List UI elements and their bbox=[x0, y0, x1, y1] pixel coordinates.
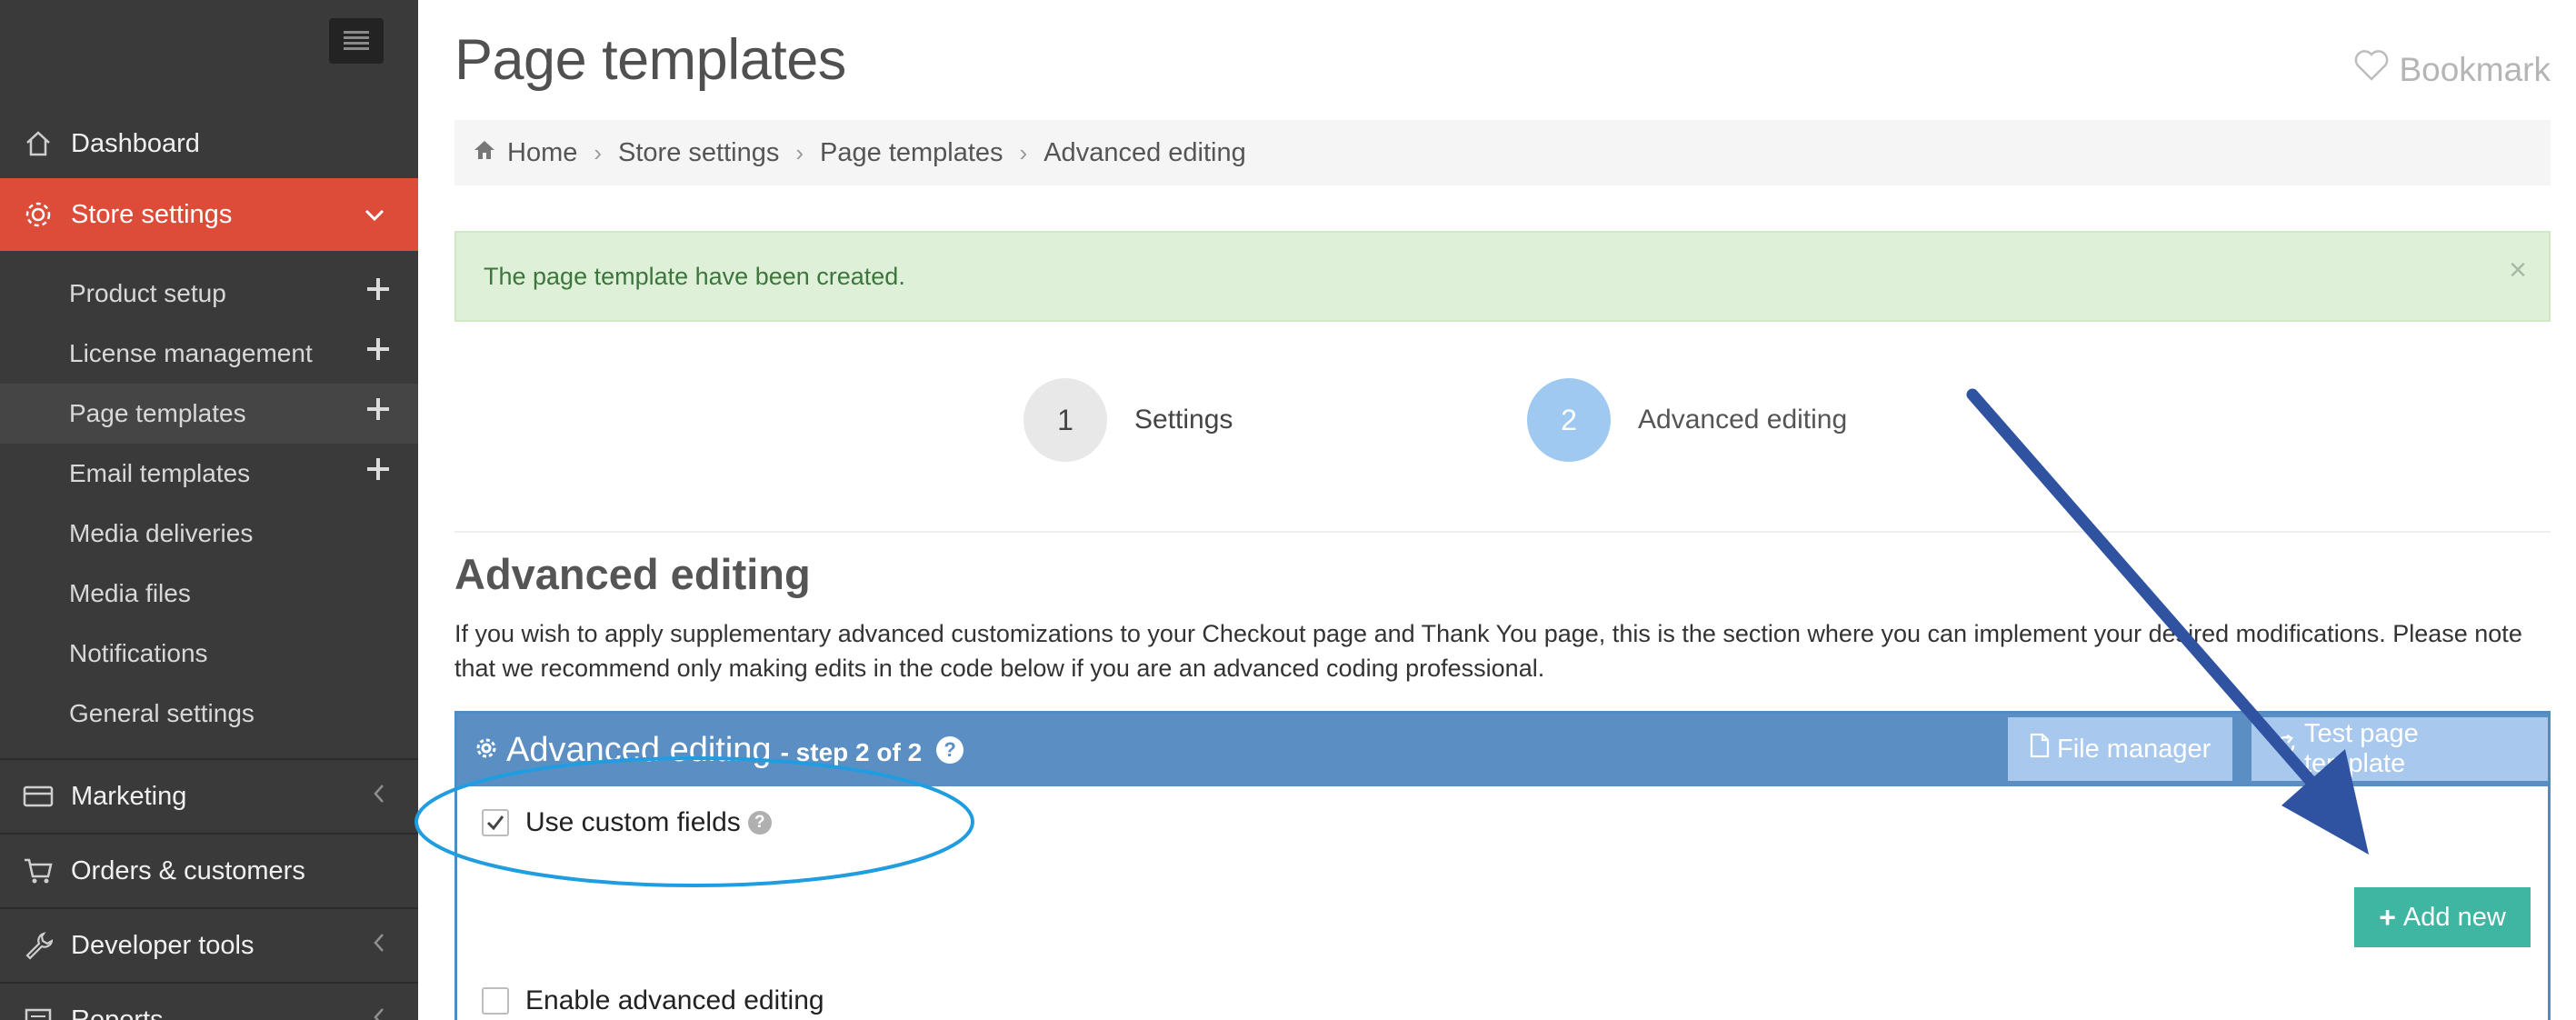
enable-advanced-editing-label: Enable advanced editing bbox=[525, 985, 824, 1015]
home-icon bbox=[20, 125, 56, 162]
sidebar-item-label: Orders & customers bbox=[71, 855, 305, 885]
cart-icon bbox=[20, 853, 56, 889]
sidebar-subitem-page-templates[interactable]: Page templates bbox=[0, 384, 418, 444]
sidebar-item-dashboard[interactable]: Dashboard bbox=[0, 107, 418, 180]
sidebar-subitem-label: Email templates bbox=[69, 459, 251, 487]
sidebar-subitem-general-settings[interactable]: General settings bbox=[0, 684, 418, 744]
sidebar-item-label: Developer tools bbox=[71, 930, 255, 960]
sidebar-item-developer-tools[interactable]: Developer tools bbox=[0, 909, 418, 982]
use-custom-fields-label: Use custom fields bbox=[525, 807, 741, 837]
chevron-right-icon: › bbox=[594, 138, 603, 166]
chevron-down-icon bbox=[364, 201, 385, 229]
sidebar-item-reports[interactable]: Reports bbox=[0, 984, 418, 1020]
test-page-template-label: Test page template bbox=[2304, 719, 2419, 778]
gear-icon bbox=[20, 196, 56, 233]
chevron-left-icon bbox=[373, 932, 385, 960]
chevron-left-icon bbox=[373, 783, 385, 811]
enable-advanced-editing-checkbox[interactable] bbox=[482, 987, 509, 1015]
sidebar-subitem-email-templates[interactable]: Email templates bbox=[0, 444, 418, 504]
plus-icon[interactable] bbox=[367, 398, 389, 420]
sidebar-subitem-label: Media files bbox=[69, 579, 191, 607]
card-icon bbox=[20, 778, 56, 815]
checkmark-icon bbox=[486, 815, 504, 831]
sidebar-item-store-settings[interactable]: Store settings bbox=[0, 178, 418, 251]
sidebar-subitem-media-files[interactable]: Media files bbox=[0, 564, 418, 624]
use-custom-fields-checkbox[interactable] bbox=[482, 809, 509, 836]
sidebar-subitem-label: License management bbox=[69, 339, 313, 367]
add-new-button[interactable]: + Add new bbox=[2354, 887, 2531, 947]
wrench-icon bbox=[20, 927, 56, 964]
alert-message: The page template have been created. bbox=[484, 262, 905, 290]
divider bbox=[454, 531, 2551, 533]
file-manager-button[interactable]: File manager bbox=[2008, 717, 2233, 781]
page-title: Page templates bbox=[454, 28, 846, 92]
sidebar-item-marketing[interactable]: Marketing bbox=[0, 760, 418, 833]
sidebar-item-orders-customers[interactable]: Orders & customers bbox=[0, 835, 418, 907]
sidebar-item-label: Marketing bbox=[71, 781, 187, 811]
step-label: Settings bbox=[1134, 405, 1233, 435]
heart-icon bbox=[2353, 49, 2399, 90]
sidebar-subitem-media-deliveries[interactable]: Media deliveries bbox=[0, 504, 418, 564]
breadcrumb: Home › Store settings › Page templates ›… bbox=[454, 120, 2551, 185]
bookmark-label: Bookmark bbox=[2399, 50, 2551, 88]
step-number: 1 bbox=[1023, 378, 1107, 462]
sidebar-subitem-notifications[interactable]: Notifications bbox=[0, 624, 418, 684]
sidebar: Dashboard Store settings Product setup L… bbox=[0, 0, 418, 1020]
home-icon bbox=[473, 138, 496, 168]
help-icon[interactable]: ? bbox=[936, 736, 964, 764]
file-manager-label: File manager bbox=[2057, 734, 2212, 764]
add-new-label: Add new bbox=[2402, 902, 2506, 932]
step-advanced-editing[interactable]: 2 Advanced editing bbox=[1527, 378, 1847, 462]
panel-subtitle: - step 2 of 2 bbox=[780, 738, 923, 766]
step-number: 2 bbox=[1527, 378, 1611, 462]
step-label: Advanced editing bbox=[1638, 405, 1848, 435]
plus-icon[interactable] bbox=[367, 338, 389, 360]
gear-icon bbox=[475, 737, 497, 764]
advanced-editing-panel: Advanced editing - step 2 of 2 ? File ma… bbox=[454, 711, 2551, 1020]
panel-header: Advanced editing - step 2 of 2 ? File ma… bbox=[457, 714, 2548, 786]
use-custom-fields-option[interactable]: Use custom fields ? bbox=[482, 807, 772, 838]
test-page-template-button[interactable]: Test page template bbox=[2252, 717, 2548, 781]
sidebar-subitem-label: Notifications bbox=[69, 639, 208, 667]
panel-title: Advanced editing bbox=[506, 730, 772, 769]
plus-icon: + bbox=[2379, 900, 2396, 934]
success-alert: The page template have been created. × bbox=[454, 231, 2551, 322]
section-title: Advanced editing bbox=[454, 550, 811, 598]
breadcrumb-home[interactable]: Home bbox=[507, 138, 577, 168]
sidebar-subitem-label: Page templates bbox=[69, 399, 246, 427]
section-intro: If you wish to apply supplementary advan… bbox=[454, 620, 2522, 682]
sidebar-subitem-label: General settings bbox=[69, 699, 255, 727]
sidebar-item-label: Dashboard bbox=[71, 128, 200, 158]
breadcrumb-current: Advanced editing bbox=[1043, 137, 1246, 167]
breadcrumb-page-templates[interactable]: Page templates bbox=[820, 138, 1003, 168]
enable-advanced-editing-option[interactable]: Enable advanced editing bbox=[482, 985, 824, 1016]
close-icon[interactable]: × bbox=[2509, 253, 2527, 288]
chevron-left-icon bbox=[373, 1006, 385, 1020]
breadcrumb-store-settings[interactable]: Store settings bbox=[618, 138, 779, 168]
sidebar-subitem-label: Media deliveries bbox=[69, 519, 254, 547]
help-icon[interactable]: ? bbox=[747, 811, 772, 835]
sidebar-item-label: Reports bbox=[71, 1005, 164, 1020]
list-icon bbox=[20, 1002, 56, 1020]
chevron-right-icon: › bbox=[795, 138, 804, 166]
menu-toggle-icon[interactable] bbox=[329, 18, 384, 64]
plus-icon[interactable] bbox=[367, 458, 389, 480]
sidebar-subitem-product-setup[interactable]: Product setup bbox=[0, 264, 418, 324]
chevron-right-icon: › bbox=[1019, 138, 1028, 166]
step-settings[interactable]: 1 Settings bbox=[1023, 378, 1233, 462]
file-icon bbox=[2030, 733, 2050, 765]
sidebar-subitem-label: Product setup bbox=[69, 279, 226, 307]
plus-icon[interactable] bbox=[367, 278, 389, 300]
bookmark-button[interactable]: Bookmark bbox=[2353, 49, 2551, 90]
sidebar-subitem-license-management[interactable]: License management bbox=[0, 324, 418, 384]
sidebar-item-label: Store settings bbox=[71, 199, 233, 229]
refresh-icon bbox=[2273, 734, 2297, 765]
